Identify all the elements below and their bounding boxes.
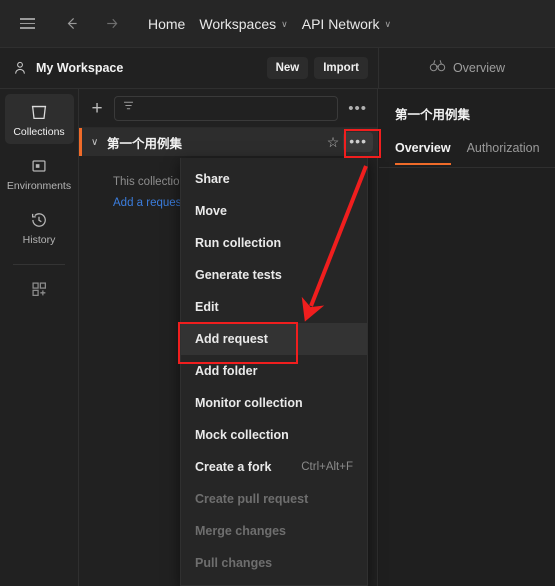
nav-home-label: Home <box>148 15 186 32</box>
new-collection-button[interactable]: + <box>88 99 106 118</box>
search-box[interactable] <box>114 95 339 121</box>
menu-item-label: Mock collection <box>195 428 289 442</box>
filter-icon <box>122 99 135 117</box>
person-icon <box>12 60 28 76</box>
menu-item-monitor-collection[interactable]: Monitor collection <box>181 387 367 419</box>
menu-item-label: Generate tests <box>195 268 282 282</box>
menu-item-add-folder[interactable]: Add folder <box>181 355 367 387</box>
hamburger-menu-icon[interactable] <box>12 9 42 39</box>
menu-item-generate-tests[interactable]: Generate tests <box>181 259 367 291</box>
back-arrow-icon[interactable] <box>56 9 86 39</box>
new-button[interactable]: New <box>266 57 309 79</box>
sidebar-item-collections[interactable]: Collections <box>4 94 74 144</box>
menu-item-create-a-fork[interactable]: Create a fork Ctrl+Alt+F <box>181 451 367 483</box>
tab-authorization[interactable]: Authorization <box>467 141 540 163</box>
chevron-down-icon[interactable]: ∨ <box>91 137 105 148</box>
history-icon <box>29 210 49 230</box>
tab-overview[interactable]: Overview <box>395 141 451 165</box>
menu-item-share[interactable]: Share <box>181 163 367 195</box>
nav-api-network-label: API Network <box>301 15 380 32</box>
sidebar-item-environments-label: Environments <box>6 180 72 192</box>
environments-icon <box>29 156 49 176</box>
menu-item-label: Move <box>195 204 227 218</box>
sidebar-item-history[interactable]: History <box>5 202 74 252</box>
nav-api-network[interactable]: API Network ∨ <box>302 16 391 32</box>
collection-row[interactable]: ∨ 第一个用例集 ☆ ••• <box>79 128 377 156</box>
menu-item-label: Monitor collection <box>195 396 303 410</box>
workspace-name: My Workspace <box>36 61 124 75</box>
menu-item-label: Create a fork <box>195 460 272 474</box>
nav-workspaces-label: Workspaces <box>199 15 277 32</box>
collections-icon <box>29 102 49 122</box>
search-input[interactable] <box>141 102 331 114</box>
left-rail: Collections Environments History <box>0 89 79 586</box>
forward-arrow-icon[interactable] <box>96 9 126 39</box>
menu-item-label: Create pull request <box>195 492 309 506</box>
workspace-bar: My Workspace New Import <box>0 48 378 89</box>
add-apps-button[interactable] <box>0 279 78 299</box>
collection-more-button[interactable]: ••• <box>343 132 373 152</box>
menu-item-label: Add request <box>195 332 268 346</box>
chevron-down-icon: ∨ <box>281 19 288 29</box>
import-button[interactable]: Import <box>314 57 368 79</box>
menu-item-mock-collection[interactable]: Mock collection <box>181 419 367 451</box>
nav-workspaces[interactable]: Workspaces ∨ <box>199 16 287 32</box>
star-icon[interactable]: ☆ <box>327 134 340 151</box>
nav-home[interactable]: Home <box>148 16 185 32</box>
add-apps-icon <box>29 279 49 299</box>
sidebar-item-history-label: History <box>22 234 56 246</box>
panel-more-button[interactable]: ••• <box>346 101 369 116</box>
rail-divider <box>13 264 65 265</box>
panel-toolbar: + ••• <box>79 89 377 128</box>
menu-item-move[interactable]: Move <box>181 195 367 227</box>
top-bar: Home Workspaces ∨ API Network ∨ <box>0 0 555 48</box>
chevron-down-icon: ∨ <box>384 19 392 29</box>
menu-item-edit[interactable]: Edit <box>181 291 367 323</box>
menu-item-label: Pull changes <box>195 556 273 570</box>
menu-item-merge-changes: Merge changes <box>181 515 367 547</box>
menu-item-label: Merge changes <box>195 524 287 538</box>
overview-tab-label: Overview <box>452 61 506 75</box>
menu-item-run-collection[interactable]: Run collection <box>181 227 367 259</box>
menu-item-label: Run collection <box>195 236 282 250</box>
detail-tabs: Overview Authorization <box>379 123 555 168</box>
menu-item-pull-changes: Pull changes <box>181 547 367 579</box>
collection-name: 第一个用例集 <box>107 136 183 151</box>
collection-context-menu: Share Move Run collection Generate tests… <box>180 158 368 586</box>
binoculars-icon <box>429 58 446 78</box>
menu-item-create-pull-request: Create pull request <box>181 483 367 515</box>
menu-item-label: Share <box>195 172 230 186</box>
menu-item-label: Add folder <box>195 364 258 378</box>
page-title: 第一个用例集 <box>395 108 471 122</box>
menu-item-add-request[interactable]: Add request <box>181 323 367 355</box>
menu-item-label: Edit <box>195 300 219 314</box>
sidebar-item-environments[interactable]: Environments <box>5 148 74 198</box>
overview-tab-bar[interactable]: Overview <box>378 48 555 89</box>
sidebar-item-collections-label: Collections <box>13 126 65 138</box>
collection-detail-pane: 第一个用例集 Overview Authorization <box>379 89 555 586</box>
menu-item-shortcut: Ctrl+Alt+F <box>301 461 353 473</box>
